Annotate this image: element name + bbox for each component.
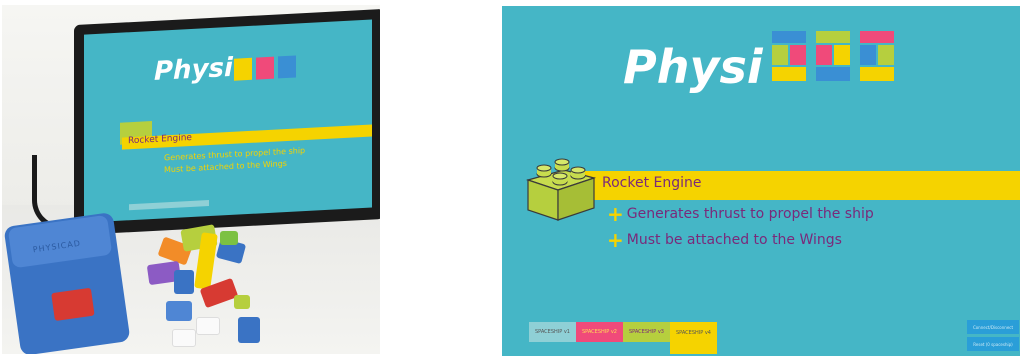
app-screen: Physi Rocket Engine + Generates thrust t… — [502, 6, 1020, 356]
tab-spaceship-v2[interactable]: SPACESHIP v2 — [576, 322, 623, 342]
lego-brick-icon — [525, 158, 597, 221]
component-title: Rocket Engine — [602, 175, 702, 191]
plus-icon: + — [607, 202, 624, 226]
reset-button[interactable]: Reset (0 spaceship) — [967, 337, 1019, 351]
tablet-logo-text: Physi — [154, 52, 233, 87]
brick-green-2 — [220, 231, 238, 245]
brick-white-2 — [172, 329, 196, 347]
brick-blue-4 — [238, 317, 260, 343]
bullet-item: + Generates thrust to propel the ship — [607, 202, 874, 226]
tab-spaceship-v1[interactable]: SPACESHIP v1 — [529, 322, 576, 342]
app-logo-text: Physi — [623, 40, 763, 94]
brick-white-1 — [196, 317, 220, 335]
bullet-text: Generates thrust to propel the ship — [626, 206, 874, 222]
tab-spaceship-v4[interactable]: SPACESHIP v4 — [670, 322, 717, 354]
setup-photo: Physi Rocket Engine Generates thrust to … — [2, 5, 380, 354]
controller-brick — [51, 287, 95, 322]
connect-button[interactable]: Connect/Disconnect — [967, 320, 1019, 334]
tablet-footer-tabs — [129, 200, 209, 211]
physical-controller: PHYSICAD — [3, 211, 131, 354]
logo-bricks-icon — [772, 31, 894, 81]
bullet-item: + Must be attached to the Wings — [607, 228, 842, 252]
tab-spaceship-v3[interactable]: SPACESHIP v3 — [623, 322, 670, 342]
spaceship-tabs: SPACESHIP v1 SPACESHIP v2 SPACESHIP v3 S… — [529, 322, 717, 354]
tablet-device: Physi Rocket Engine Generates thrust to … — [74, 8, 380, 236]
controller-label: PHYSICAD — [32, 238, 82, 255]
brick-blue-3 — [166, 301, 192, 321]
brick-lime — [234, 295, 250, 309]
bullet-text: Must be attached to the Wings — [626, 232, 842, 248]
plus-icon: + — [607, 228, 624, 252]
brick-blue-2 — [174, 270, 194, 294]
tablet-screen: Physi Rocket Engine Generates thrust to … — [84, 19, 372, 223]
tablet-logo-bricks — [234, 55, 296, 81]
